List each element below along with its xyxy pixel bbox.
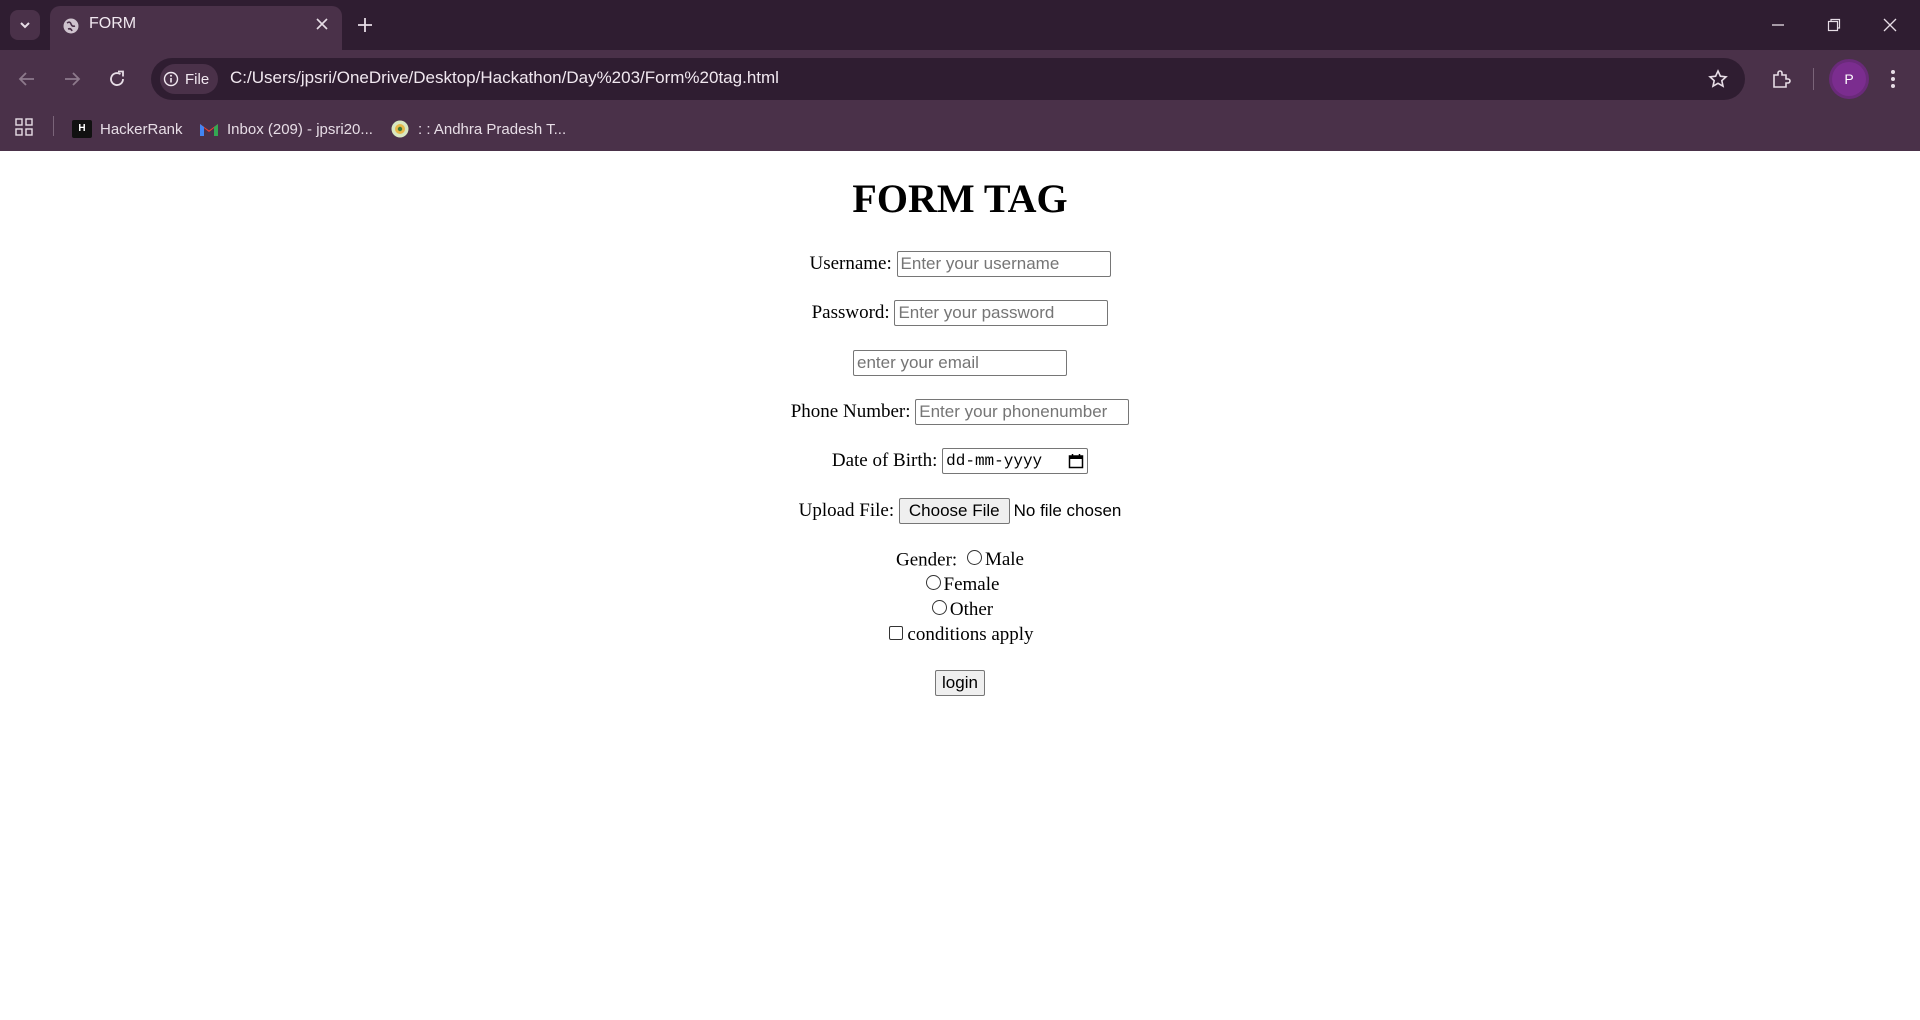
gender-female-label: Female bbox=[943, 574, 1000, 595]
close-window-icon[interactable] bbox=[1876, 14, 1904, 36]
dob-label: Date of Birth: bbox=[831, 450, 938, 471]
gender-male-radio[interactable] bbox=[966, 550, 982, 566]
profile-avatar[interactable]: P bbox=[1832, 62, 1866, 96]
login-row: login bbox=[0, 670, 1920, 696]
back-icon[interactable] bbox=[14, 66, 40, 92]
dob-placeholder: dd-mm-yyyy bbox=[946, 452, 1043, 470]
gender-male-label: Male bbox=[984, 549, 1024, 570]
tab-search-icon[interactable] bbox=[10, 10, 40, 40]
gender-row: Gender: Male bbox=[0, 549, 1920, 572]
bookmark-andhra-pradesh[interactable]: : : Andhra Pradesh T... bbox=[390, 114, 566, 144]
username-label: Username: bbox=[809, 253, 892, 274]
menu-icon[interactable] bbox=[1880, 66, 1906, 92]
bookmarks-divider bbox=[53, 116, 54, 136]
conditions-row: conditions apply bbox=[0, 624, 1920, 646]
url-text[interactable]: C:/Users/jpsri/OneDrive/Desktop/Hackatho… bbox=[230, 68, 779, 88]
password-row: Password: bbox=[0, 300, 1920, 326]
gender-other-label: Other bbox=[949, 599, 994, 620]
password-label: Password: bbox=[811, 302, 890, 323]
bookmark-label: HackerRank bbox=[100, 120, 183, 138]
phone-input[interactable] bbox=[915, 399, 1130, 425]
bookmark-star-icon[interactable] bbox=[1705, 66, 1731, 92]
phone-row: Phone Number: bbox=[0, 399, 1920, 425]
toolbar-divider bbox=[1813, 68, 1814, 90]
email-row bbox=[0, 350, 1920, 376]
file-chip-label: File bbox=[185, 70, 210, 88]
bookmark-label: Inbox (209) - jpsri20... bbox=[227, 120, 373, 138]
dob-row: Date of Birth: dd-mm-yyyy bbox=[0, 448, 1920, 474]
bookmark-hackerrank[interactable]: H HackerRank bbox=[72, 114, 183, 144]
new-tab-icon[interactable] bbox=[354, 14, 376, 36]
file-status: No file chosen bbox=[1013, 501, 1122, 520]
calendar-icon[interactable] bbox=[1068, 453, 1084, 469]
site-info-chip[interactable]: File bbox=[160, 64, 218, 94]
hackerrank-icon: H bbox=[72, 120, 92, 138]
gender-other-radio[interactable] bbox=[931, 600, 947, 616]
dob-input[interactable]: dd-mm-yyyy bbox=[942, 448, 1089, 474]
globe-icon bbox=[62, 17, 80, 40]
bookmark-label: : : Andhra Pradesh T... bbox=[418, 120, 567, 138]
gender-other-row: Other bbox=[0, 599, 1920, 621]
conditions-checkbox[interactable] bbox=[889, 625, 904, 640]
email-input[interactable] bbox=[853, 350, 1067, 376]
reload-icon[interactable] bbox=[104, 66, 130, 92]
username-row: Username: bbox=[0, 251, 1920, 277]
minimize-icon[interactable] bbox=[1764, 14, 1792, 36]
conditions-label: conditions apply bbox=[907, 624, 1034, 645]
password-input[interactable] bbox=[894, 300, 1109, 326]
page-title: FORM TAG bbox=[852, 176, 1068, 221]
seal-icon bbox=[391, 120, 409, 138]
username-input[interactable] bbox=[896, 251, 1111, 277]
info-icon bbox=[163, 71, 179, 87]
restore-icon[interactable] bbox=[1820, 14, 1848, 36]
phone-label: Phone Number: bbox=[790, 401, 911, 422]
browser-chrome: FORM File C:/Users/jpsri/OneDrive/Deskto… bbox=[0, 0, 1920, 151]
choose-file-button[interactable]: Choose File bbox=[898, 498, 1010, 524]
extensions-icon[interactable] bbox=[1768, 66, 1794, 92]
gender-female-radio[interactable] bbox=[925, 575, 941, 591]
apps-grid-icon[interactable] bbox=[12, 115, 36, 139]
tab-title: FORM bbox=[89, 15, 137, 32]
gender-label: Gender: bbox=[896, 549, 958, 571]
login-button[interactable]: login bbox=[935, 670, 985, 696]
forward-icon[interactable] bbox=[59, 66, 85, 92]
upload-label: Upload File: bbox=[798, 500, 895, 521]
gmail-icon bbox=[200, 124, 218, 136]
upload-row: Upload File: Choose File No file chosen bbox=[0, 498, 1920, 524]
bookmark-inbox[interactable]: Inbox (209) - jpsri20... bbox=[199, 114, 373, 144]
page-content: FORM TAG Username: Password: Phone Numbe… bbox=[0, 151, 1920, 1020]
gender-female-row: Female bbox=[0, 574, 1920, 596]
close-tab-icon[interactable] bbox=[312, 14, 332, 34]
